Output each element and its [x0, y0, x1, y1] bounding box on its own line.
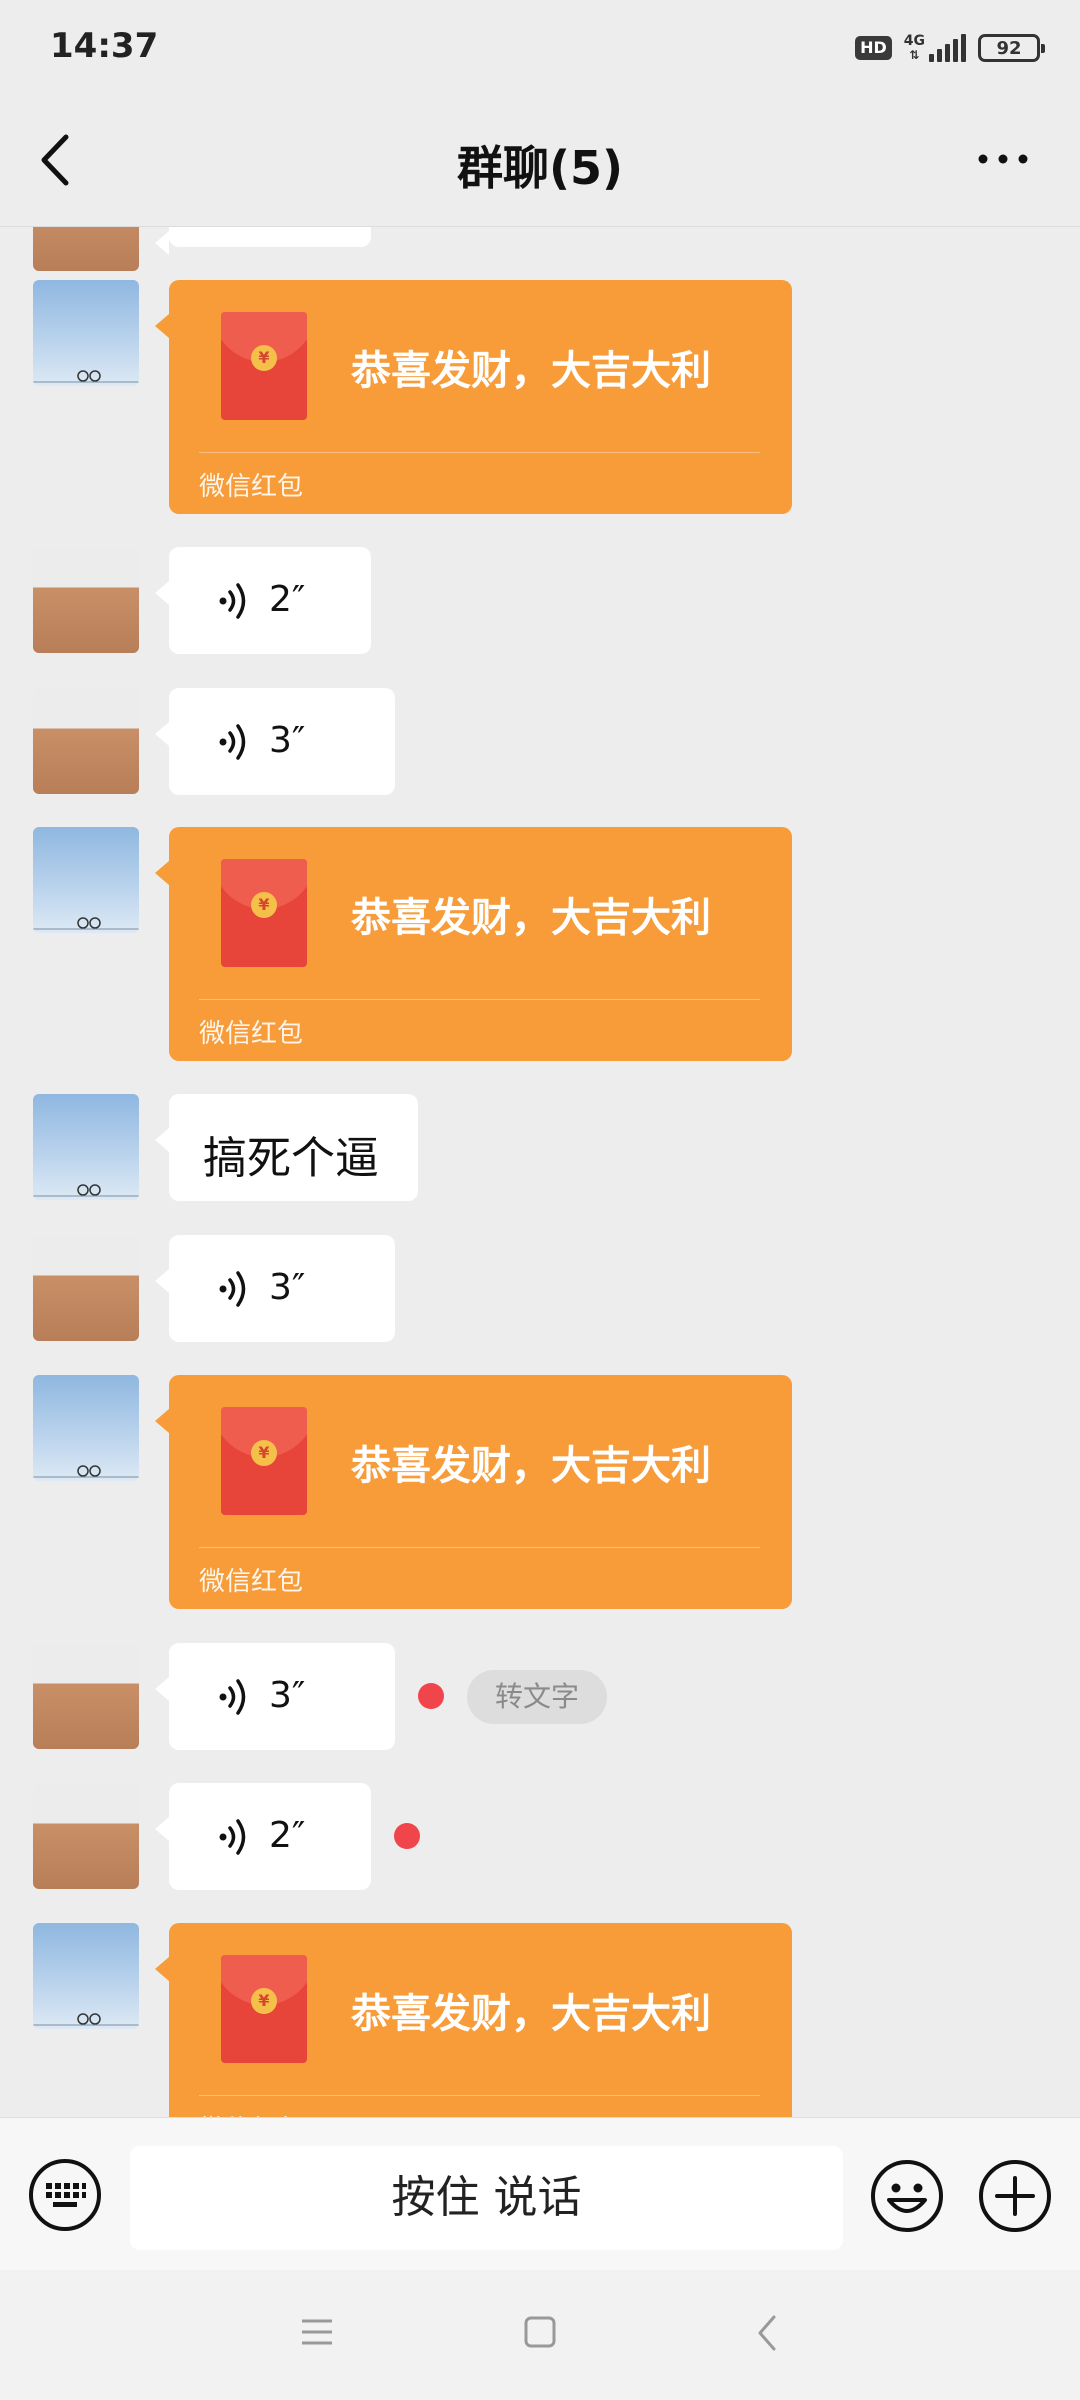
red-envelope-icon: ¥	[221, 1407, 307, 1515]
chat-message-list[interactable]: ¥ 恭喜发财，大吉大利 微信红包 2″ 3″ ¥ 恭喜发财，大吉大利 微信红包	[0, 227, 1080, 2117]
voice-bubble[interactable]: 3″	[155, 1643, 395, 1750]
avatar[interactable]	[33, 280, 139, 386]
status-bar: 14:37 HD 4G ⇅ 92	[0, 0, 1080, 96]
more-dots-icon[interactable]	[978, 154, 1028, 164]
battery-icon: 92	[978, 34, 1045, 62]
red-packet-greeting: 恭喜发财，大吉大利	[351, 1991, 711, 2037]
unread-dot	[418, 1683, 444, 1709]
red-packet-card[interactable]: ¥ 恭喜发财，大吉大利 微信红包	[155, 1375, 792, 1609]
divider	[199, 999, 760, 1000]
back-triangle-icon[interactable]	[756, 2314, 778, 2352]
red-packet-greeting: 恭喜发财，大吉大利	[351, 1443, 711, 1489]
avatar[interactable]	[33, 827, 139, 933]
message-bubble[interactable]	[155, 227, 371, 255]
battery-level: 92	[996, 37, 1022, 59]
network-type-label: 4G	[903, 33, 925, 49]
voice-wave-icon	[219, 1819, 246, 1855]
red-packet-card[interactable]: ¥ 恭喜发财，大吉大利 微信红包	[155, 1923, 792, 2117]
message-text-content: 搞死个逼	[203, 1133, 379, 1184]
red-packet-greeting: 恭喜发财，大吉大利	[351, 895, 711, 941]
voice-wave-icon	[219, 1679, 246, 1715]
chat-input-bar: 按住 说话	[0, 2117, 1080, 2270]
avatar[interactable]	[33, 1094, 139, 1200]
voice-duration: 2″	[269, 1815, 306, 1856]
red-envelope-icon: ¥	[221, 312, 307, 420]
plus-icon[interactable]	[977, 2158, 1053, 2234]
voice-duration: 2″	[269, 579, 306, 620]
text-bubble[interactable]: 搞死个逼	[155, 1094, 418, 1201]
red-packet-card[interactable]: ¥ 恭喜发财，大吉大利 微信红包	[155, 280, 792, 514]
red-packet-label: 微信红包	[199, 1019, 304, 1049]
avatar[interactable]	[33, 1923, 139, 2029]
voice-duration: 3″	[269, 720, 306, 761]
avatar[interactable]	[33, 1643, 139, 1749]
voice-duration: 3″	[269, 1675, 306, 1716]
voice-bubble[interactable]: 3″	[155, 688, 395, 795]
voice-wave-icon	[219, 724, 246, 760]
convert-to-text-button[interactable]: 转文字	[467, 1670, 607, 1724]
signal-icon: 4G ⇅	[904, 34, 966, 62]
avatar[interactable]	[33, 1783, 139, 1889]
voice-bubble[interactable]: 2″	[155, 547, 371, 654]
voice-wave-icon	[219, 583, 246, 619]
avatar[interactable]	[33, 1235, 139, 1341]
divider	[199, 1547, 760, 1548]
status-icons: HD 4G ⇅ 92	[855, 28, 1045, 68]
red-packet-greeting: 恭喜发财，大吉大利	[351, 348, 711, 394]
avatar[interactable]	[33, 688, 139, 794]
hd-badge: HD	[855, 36, 892, 60]
menu-icon[interactable]	[300, 2317, 334, 2347]
divider	[199, 2095, 760, 2096]
avatar[interactable]	[33, 227, 139, 271]
voice-duration: 3″	[269, 1267, 306, 1308]
home-square-icon[interactable]	[524, 2316, 556, 2348]
red-envelope-icon: ¥	[221, 859, 307, 967]
red-packet-label: 微信红包	[199, 1567, 304, 1597]
divider	[199, 452, 760, 453]
red-packet-label: 微信红包	[199, 472, 304, 502]
avatar[interactable]	[33, 1375, 139, 1481]
page-title: 群聊(5)	[456, 141, 624, 195]
red-packet-card[interactable]: ¥ 恭喜发财，大吉大利 微信红包	[155, 827, 792, 1061]
red-packet-label: 微信红包	[199, 2109, 303, 2117]
chat-header: 群聊(5)	[0, 96, 1080, 227]
keyboard-icon[interactable]	[28, 2158, 102, 2232]
red-envelope-icon: ¥	[221, 1955, 307, 2063]
voice-bubble[interactable]: 2″	[155, 1783, 371, 1890]
hold-to-talk-button[interactable]: 按住 说话	[130, 2146, 843, 2250]
voice-bubble[interactable]: 3″	[155, 1235, 395, 1342]
voice-wave-icon	[219, 1271, 246, 1307]
status-time: 14:37	[50, 26, 159, 66]
unread-dot	[394, 1823, 420, 1849]
system-navigation-bar	[0, 2270, 1080, 2400]
avatar[interactable]	[33, 547, 139, 653]
emoji-icon[interactable]	[869, 2158, 945, 2234]
